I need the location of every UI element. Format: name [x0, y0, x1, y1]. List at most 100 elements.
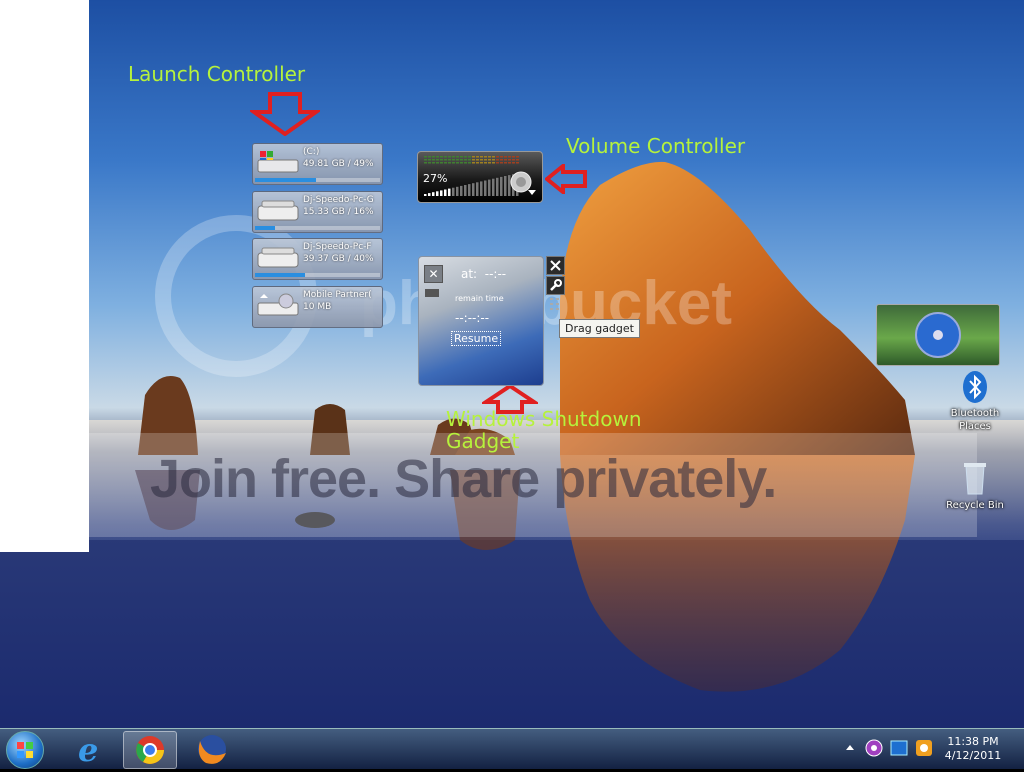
- arrow-down-icon: [250, 92, 320, 136]
- volume-led: [464, 162, 467, 164]
- volume-led: [500, 156, 503, 158]
- volume-bar: [468, 184, 471, 196]
- gadget-options-wrench-icon[interactable]: [546, 276, 565, 295]
- shutdown-gadget[interactable]: ✕ at: --:-- remain time --:--:-- Resume: [418, 256, 544, 386]
- disc-icon: [915, 312, 961, 358]
- volume-led: [480, 162, 483, 164]
- drive-name: Mobile Partner(: [303, 290, 372, 300]
- volume-led: [476, 156, 479, 158]
- volume-led: [444, 162, 447, 164]
- system-clock[interactable]: 11:38 PM 4/12/2011: [936, 735, 1010, 764]
- volume-led: [512, 162, 515, 164]
- gadget-close-icon[interactable]: [546, 256, 565, 275]
- volume-led: [440, 162, 443, 164]
- volume-led: [432, 162, 435, 164]
- volume-bar: [476, 182, 479, 196]
- volume-led: [484, 162, 487, 164]
- volume-led: [472, 162, 475, 164]
- shutdown-mode-dropdown-icon[interactable]: [425, 289, 439, 297]
- volume-led: [428, 162, 431, 164]
- drive-gadget-c[interactable]: (C:) 49.81 GB / 49%: [252, 143, 383, 185]
- volume-led: [484, 156, 487, 158]
- svg-text:e: e: [78, 731, 98, 767]
- drive-info: 49.81 GB / 49%: [303, 159, 374, 169]
- media-center-gadget[interactable]: [876, 304, 1000, 366]
- hard-drive-icon: [257, 200, 299, 221]
- taskbar-internet-explorer[interactable]: e: [64, 731, 116, 769]
- volume-led: [516, 156, 519, 158]
- drag-gadget-handle-icon[interactable]: [546, 296, 563, 313]
- tray-network-icon[interactable]: [890, 739, 908, 757]
- drive-usage-fill: [255, 178, 317, 182]
- volume-led: [496, 162, 499, 164]
- show-hidden-icons-icon[interactable]: [845, 741, 855, 755]
- volume-bar: [428, 193, 431, 196]
- taskbar-firefox[interactable]: [186, 731, 238, 767]
- start-button[interactable]: [6, 731, 44, 769]
- volume-bar: [492, 178, 495, 196]
- volume-led: [448, 159, 451, 161]
- volume-led: [460, 156, 463, 158]
- volume-gadget[interactable]: 27%: [417, 151, 543, 203]
- volume-led: [492, 162, 495, 164]
- volume-led: [480, 159, 483, 161]
- volume-led: [464, 159, 467, 161]
- annotation-shutdown-gadget: Windows Shutdown Gadget: [446, 408, 642, 452]
- volume-percent: 27%: [423, 172, 448, 185]
- resume-button[interactable]: Resume: [451, 331, 502, 346]
- bluetooth-places-label: Bluetooth Places: [950, 408, 1000, 432]
- volume-led: [436, 162, 439, 164]
- volume-led: [444, 159, 447, 161]
- volume-led: [468, 156, 471, 158]
- desktop[interactable]: photobucket Join free. Share privately. …: [0, 0, 1024, 728]
- volume-led: [488, 162, 491, 164]
- volume-led: [456, 162, 459, 164]
- volume-led: [464, 156, 467, 158]
- annotation-shutdown-line1: Windows Shutdown: [446, 407, 642, 431]
- drive-gadget-mobile-partner[interactable]: Mobile Partner( 10 MB: [252, 286, 383, 328]
- cd-drive-icon: [257, 293, 299, 316]
- shutdown-at-time: at: --:--: [461, 267, 506, 281]
- volume-bar: [484, 180, 487, 196]
- volume-led: [440, 156, 443, 158]
- bluetooth-icon: [963, 371, 987, 403]
- volume-bar: [504, 176, 507, 196]
- tray-app-icon-purple[interactable]: [865, 739, 883, 757]
- firefox-icon: [198, 735, 226, 764]
- volume-led: [452, 162, 455, 164]
- annotation-shutdown-line2: Gadget: [446, 429, 520, 453]
- volume-led: [516, 159, 519, 161]
- shutdown-cancel-icon[interactable]: ✕: [424, 265, 443, 283]
- volume-led: [444, 156, 447, 158]
- recycle-bin-icon: [964, 463, 986, 495]
- volume-led: [480, 156, 483, 158]
- volume-led: [424, 156, 427, 158]
- volume-bar: [440, 190, 443, 196]
- desktop-icon-recycle-bin[interactable]: Recycle Bin: [941, 460, 1009, 513]
- volume-bar: [448, 188, 451, 196]
- volume-led: [504, 159, 507, 161]
- volume-led: [488, 156, 491, 158]
- volume-led: [452, 159, 455, 161]
- chrome-icon: [136, 736, 164, 764]
- volume-bar: [432, 192, 435, 196]
- drive-info: 15.33 GB / 16%: [303, 207, 374, 217]
- volume-dropdown-icon[interactable]: [528, 190, 536, 196]
- drive-name: (C:): [303, 147, 320, 157]
- desktop-icon-bluetooth-places[interactable]: Bluetooth Places: [941, 370, 1009, 433]
- volume-led: [492, 156, 495, 158]
- volume-bar: [488, 179, 491, 196]
- volume-led: [496, 156, 499, 158]
- drive-gadget-f[interactable]: Dj-Speedo-Pc-F 39.37 GB / 40%: [252, 238, 383, 280]
- volume-led: [484, 159, 487, 161]
- taskbar-google-chrome[interactable]: [123, 731, 177, 769]
- volume-led: [508, 159, 511, 161]
- tray-app-icon-orange[interactable]: [915, 739, 933, 757]
- drive-gadget-g[interactable]: Dj-Speedo-Pc-G 15.33 GB / 16%: [252, 191, 383, 233]
- taskbar: e 11:38 PM 4/12/2011: [0, 728, 1024, 769]
- volume-led: [488, 159, 491, 161]
- drive-usage-bar: [255, 226, 380, 230]
- volume-led: [432, 156, 435, 158]
- volume-led: [460, 159, 463, 161]
- volume-led: [476, 159, 479, 161]
